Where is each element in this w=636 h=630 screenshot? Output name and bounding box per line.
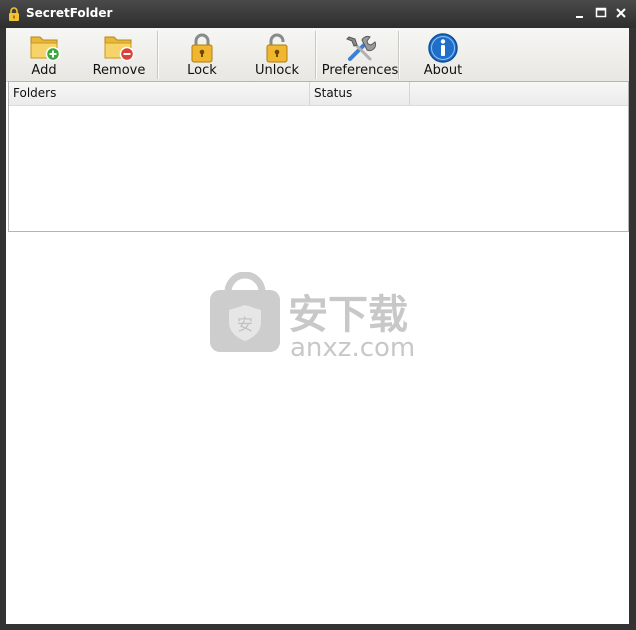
title-bar[interactable]: SecretFolder [0,0,636,28]
about-button-label: About [423,63,463,78]
column-header-empty [410,82,628,105]
column-header-status[interactable]: Status [310,82,410,105]
column-header-folders[interactable]: Folders [9,82,310,105]
watermark-url-text: anxz.com [290,333,415,362]
lock-button[interactable]: Lock [170,28,234,81]
toolbar-separator [398,31,399,79]
minimize-icon[interactable] [573,6,587,20]
remove-button-label: Remove [92,63,146,78]
preferences-button[interactable]: Preferences [320,28,400,81]
toolbar: Add Remove Lock Unlock Preferences About [6,28,629,82]
lock-closed-icon [191,33,213,63]
client-area: Add Remove Lock Unlock Preferences About… [6,28,629,624]
window-title: SecretFolder [26,6,113,20]
folder-remove-icon [104,36,135,62]
tools-icon [346,35,376,61]
preferences-button-label: Preferences [321,63,399,78]
remove-button[interactable]: Remove [86,28,152,81]
add-button-label: Add [31,63,57,78]
watermark: 安 安下载 anxz.com [210,271,430,363]
toolbar-separator [315,31,316,79]
add-button[interactable]: Add [12,28,76,81]
unlock-button-label: Unlock [255,63,299,78]
folder-add-icon [30,36,61,62]
close-icon[interactable] [614,6,628,20]
padlock-icon [9,7,19,21]
lock-open-icon [266,33,288,63]
folder-list[interactable]: Folders Status [8,81,629,232]
info-icon [428,33,458,63]
app-window: SecretFolder Add Remove Lock Unlock Pref… [0,0,636,630]
watermark-shield-badge-icon: 安 安下载 anxz.com [210,271,415,363]
watermark-badge-char: 安 [237,315,253,334]
toolbar-separator [157,31,158,79]
maximize-icon[interactable] [594,6,608,20]
lock-button-label: Lock [187,63,217,78]
about-button[interactable]: About [410,28,476,81]
watermark-cn-text: 安下载 [288,292,408,338]
unlock-button[interactable]: Unlock [244,28,310,81]
folder-list-header: Folders Status [9,82,628,106]
